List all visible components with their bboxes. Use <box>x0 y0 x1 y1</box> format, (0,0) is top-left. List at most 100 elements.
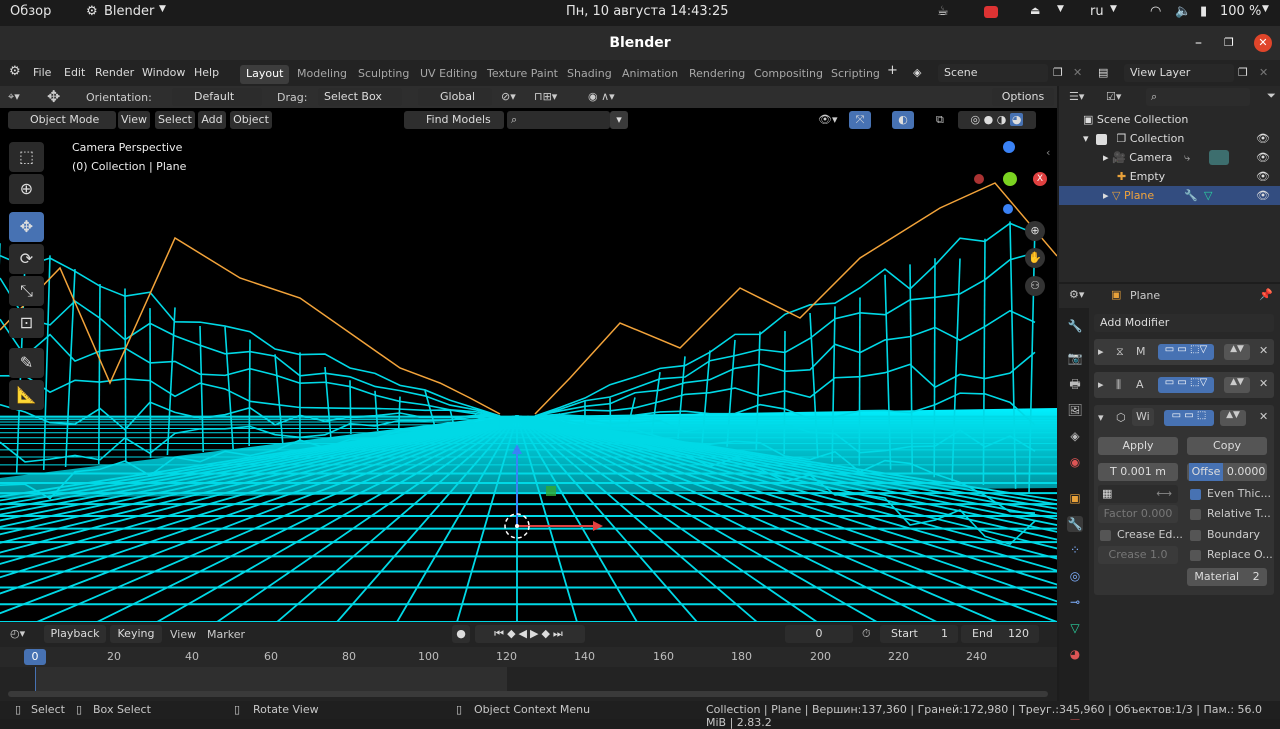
sidebar-toggle-icon[interactable]: ‹ <box>1046 146 1050 159</box>
properties-editor-icon[interactable]: ⚙▾ <box>1069 288 1084 301</box>
menu-object[interactable]: Object <box>230 111 272 129</box>
menu-select[interactable]: Select <box>155 111 195 129</box>
object-tab-icon[interactable]: ▣ <box>1067 490 1083 506</box>
select-box-tool[interactable]: ⬚ <box>9 142 44 172</box>
annotate-tool[interactable]: ✎ <box>9 348 44 378</box>
invert-icon[interactable]: ⟷ <box>1156 485 1172 503</box>
modifier-name[interactable]: Wi <box>1132 408 1154 426</box>
visibility-eye-icon[interactable]: 👁 <box>1256 167 1270 186</box>
modifier-wrench-icon[interactable]: 🔧 <box>1184 186 1198 205</box>
remove-modifier-icon[interactable]: ✕ <box>1259 344 1268 357</box>
copy-button[interactable]: Copy <box>1187 437 1267 455</box>
overlay-toggle-icon[interactable]: ◐ <box>892 111 914 129</box>
modifier-row-2[interactable]: ▸ ⫼ A ▭ ▭ ⬚▽ ▲▼ ✕ <box>1094 372 1274 398</box>
delete-view-layer-icon[interactable]: ✕ <box>1259 66 1268 79</box>
timeline-scrollbar[interactable] <box>8 691 1048 697</box>
modifier-display-toggles[interactable]: ▭ ▭ ⬚ <box>1164 410 1214 426</box>
tab-rendering[interactable]: Rendering <box>683 65 751 84</box>
delete-scene-icon[interactable]: ✕ <box>1073 66 1082 79</box>
find-models-input[interactable] <box>507 111 610 129</box>
gizmo-x-axis[interactable]: X <box>1033 172 1047 186</box>
view-layer-icon[interactable]: ▤ <box>1098 66 1108 79</box>
drag-dropdown[interactable]: Select Box <box>318 88 402 106</box>
particles-tab-icon[interactable]: ⁘ <box>1067 542 1083 558</box>
xray-toggle-icon[interactable]: ⧉ <box>936 113 944 127</box>
filter-icon[interactable]: ⏷ <box>1267 89 1276 103</box>
material-tab-icon[interactable]: ◕ <box>1067 646 1083 662</box>
mesh-data-icon[interactable]: ▽ <box>1204 186 1212 205</box>
proportional-edit-icon[interactable]: ◉ ∧▾ <box>588 90 615 103</box>
orientation-dropdown[interactable]: Default <box>172 88 262 106</box>
gizmo-y-axis[interactable] <box>1003 172 1017 186</box>
view-layer-tab-icon[interactable]: 🖼 <box>1067 402 1083 418</box>
add-modifier-dropdown[interactable]: Add Modifier <box>1094 314 1274 332</box>
gizmo-toggle-icon[interactable]: ⤧ <box>849 111 871 129</box>
coffee-icon[interactable]: ☕ <box>937 4 949 19</box>
collection-checkbox[interactable] <box>1096 133 1108 145</box>
menu-render[interactable]: Render <box>95 66 134 79</box>
volume-icon[interactable]: 🔈 <box>1175 4 1191 19</box>
material-offset-field[interactable]: Material 2 <box>1187 568 1267 586</box>
constraints-tab-icon[interactable]: ⊸ <box>1067 594 1083 610</box>
offset-field[interactable]: Offse 0.0000 <box>1187 463 1267 481</box>
language-indicator[interactable]: ru <box>1090 4 1104 19</box>
editor-type-icon[interactable]: ◴▾ <box>10 627 25 640</box>
record-icon[interactable]: ● <box>452 625 470 643</box>
expand-chevron-icon[interactable]: ▸ <box>1098 345 1104 358</box>
tab-layout[interactable]: Layout <box>240 65 290 84</box>
gizmo-z-axis[interactable] <box>1003 141 1015 153</box>
menu-view[interactable]: View <box>118 111 150 129</box>
scene-tab-icon[interactable]: ◈ <box>1067 428 1083 444</box>
eject-icon[interactable]: ⏏ <box>1030 4 1040 17</box>
scene-icon[interactable]: ◈ <box>913 66 921 79</box>
modifier-display-toggles[interactable]: ▭ ▭ ⬚▽ <box>1158 377 1214 393</box>
constraint-icon[interactable]: ⤷ <box>1184 148 1190 167</box>
outliner-search-input[interactable] <box>1146 88 1250 106</box>
camera-view-icon[interactable]: ⚇ <box>1025 276 1045 296</box>
playback-controls[interactable]: ⏮◆◀▶◆⏭ <box>475 625 585 643</box>
find-models-button[interactable]: Find Models <box>404 111 504 129</box>
menu-marker[interactable]: Marker <box>207 628 245 641</box>
apply-button[interactable]: Apply <box>1098 437 1178 455</box>
start-frame-field[interactable]: Start 1 <box>880 625 958 643</box>
activities-button[interactable]: Обзор <box>10 4 51 19</box>
modifier-name[interactable]: M <box>1136 345 1146 358</box>
output-tab-icon[interactable]: 🖶 <box>1067 376 1083 392</box>
gizmo-neg-x-axis[interactable] <box>974 174 984 184</box>
thickness-field[interactable]: T 0.001 m <box>1098 463 1178 481</box>
visibility-filter-icon[interactable]: 👁▾ <box>818 113 838 126</box>
outliner-row-scene-collection[interactable]: ▣ Scene Collection <box>1059 110 1280 129</box>
menu-add[interactable]: Add <box>198 111 226 129</box>
menu-window[interactable]: Window <box>142 66 185 79</box>
camera-data-icon[interactable] <box>1209 150 1229 165</box>
playback-menu[interactable]: Playback <box>44 625 106 643</box>
scale-tool[interactable]: ⤡ <box>9 276 44 306</box>
cursor-tool[interactable]: ⊕ <box>9 174 44 204</box>
view-layer-selector[interactable]: View Layer <box>1124 64 1234 82</box>
transform-tool[interactable]: ⊡ <box>9 308 44 338</box>
add-workspace-button[interactable]: + <box>887 63 898 78</box>
outliner-row-collection[interactable]: ▾ ❐ Collection 👁 <box>1059 129 1280 148</box>
3d-viewport[interactable]: Camera Perspective (0) Collection | Plan… <box>0 108 1057 622</box>
modifier-tab-icon[interactable]: 🔧 <box>1067 516 1083 532</box>
expand-chevron-icon[interactable]: ▸ <box>1098 378 1104 391</box>
factor-field[interactable]: Factor 0.000 <box>1098 505 1178 523</box>
tab-compositing[interactable]: Compositing <box>748 65 829 84</box>
measure-tool[interactable]: 📐 <box>9 380 44 410</box>
system-menu-chevron-icon[interactable]: ▼ <box>1262 4 1269 14</box>
remove-modifier-icon[interactable]: ✕ <box>1259 377 1268 390</box>
new-view-layer-icon[interactable]: ❐ <box>1238 66 1248 79</box>
close-icon[interactable]: ✕ <box>1254 34 1272 52</box>
blender-logo-icon[interactable]: ⚙ <box>9 64 21 79</box>
outliner-row-empty[interactable]: ✚ Empty 👁 <box>1059 167 1280 186</box>
snap-icon[interactable]: ⊘▾ <box>501 90 516 103</box>
move-tool-icon[interactable]: ✥ <box>47 87 60 106</box>
mesh-data-tab-icon[interactable]: ▽ <box>1067 620 1083 636</box>
tab-shading[interactable]: Shading <box>561 65 618 84</box>
move-up-down-icon[interactable]: ▲▼ <box>1224 377 1250 393</box>
tab-texture-paint[interactable]: Texture Paint <box>481 65 564 84</box>
visibility-eye-icon[interactable]: 👁 <box>1256 186 1270 205</box>
playhead-indicator[interactable]: 0 <box>24 649 46 665</box>
tab-scripting[interactable]: Scripting <box>825 65 886 84</box>
mode-dropdown[interactable]: Object Mode <box>8 111 116 129</box>
